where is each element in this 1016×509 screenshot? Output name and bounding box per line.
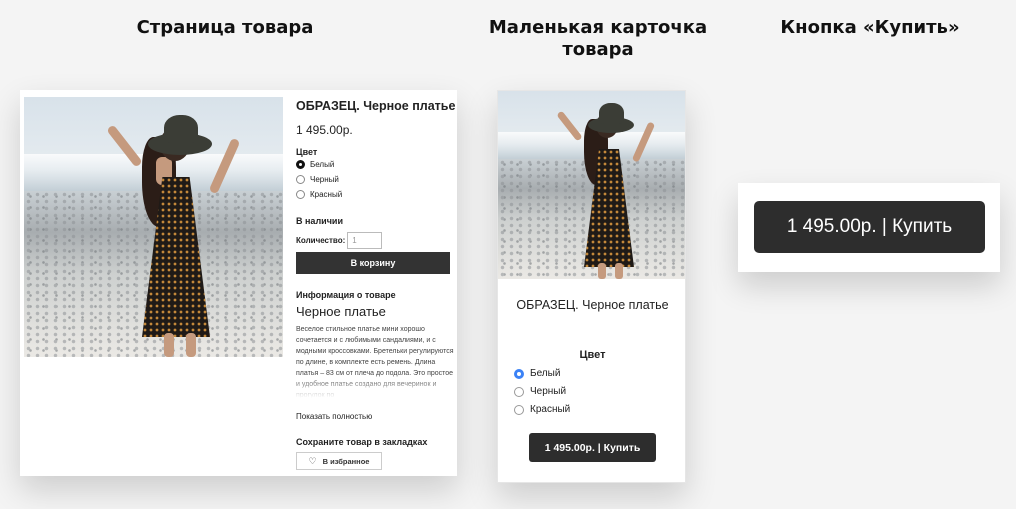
color-option-red[interactable]: Красный [296,190,342,199]
product-description: Веселое стильное платье мини хорошо соче… [296,326,454,398]
product-subtitle: Черное платье [296,304,386,319]
small-card-buy-button[interactable]: 1 495.00р. | Купить [529,433,656,462]
section-heading-buy-button: Кнопка «Купить» [780,17,960,38]
radio-selected-icon[interactable] [296,160,305,169]
color-label: Цвет [296,147,318,157]
color-option-label: Черный [310,175,339,184]
product-page-card: ОБРАЗЕЦ. Черное платье 1 495.00р. Цвет Б… [20,90,457,476]
color-option-white[interactable]: Белый [296,160,334,169]
small-card-color-black[interactable]: Черный [514,386,566,397]
availability-status: В наличии [296,216,343,226]
color-option-black[interactable]: Черный [296,175,339,184]
quantity-input[interactable]: 1 [347,232,383,249]
buy-button[interactable]: 1 495.00р. | Купить [754,201,985,253]
small-card-color-label: Цвет [579,349,606,361]
radio-selected-icon[interactable] [514,368,524,379]
quantity-label: Количество: [296,236,346,245]
radio-icon[interactable] [514,386,524,397]
color-option-label: Красный [310,190,343,199]
radio-icon[interactable] [296,190,305,199]
heart-icon: ♡ [308,455,317,466]
small-card-color-red[interactable]: Красный [514,404,570,415]
add-to-favorites-button[interactable]: ♡ В избранное [296,452,382,470]
color-option-label: Белый [530,368,561,379]
product-title: ОБРАЗЕЦ. Черное платье [296,99,456,113]
small-card-color-white[interactable]: Белый [514,368,560,379]
small-card-title: ОБРАЗЕЦ. Черное платье [516,298,669,312]
quantity-row: Количество: 1 [296,232,383,249]
color-option-label: Белый [310,160,335,169]
product-photo[interactable] [498,91,685,279]
radio-icon[interactable] [514,404,524,415]
color-option-label: Красный [530,404,571,415]
radio-icon[interactable] [296,175,305,184]
product-price: 1 495.00р. [296,123,353,137]
small-product-card: ОБРАЗЕЦ. Черное платье Цвет Белый Черный… [497,90,686,483]
section-heading-product-page: Страница товара [136,17,314,38]
bookmark-label: Сохраните товар в закладках [296,437,428,447]
product-photo[interactable] [24,97,283,357]
show-more-link[interactable]: Показать полностью [296,412,372,421]
add-to-cart-button[interactable]: В корзину [296,252,450,274]
color-option-label: Черный [530,386,567,397]
section-heading-small-card: Маленькая карточка товара [488,17,708,60]
buy-button-panel: 1 495.00р. | Купить [738,183,1000,272]
favorites-button-label: В избранное [322,456,370,466]
product-info-label: Информация о товаре [296,290,396,300]
